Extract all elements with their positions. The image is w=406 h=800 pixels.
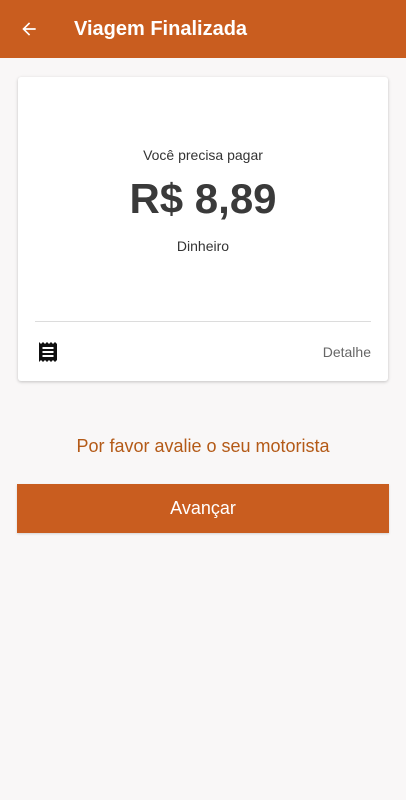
payment-prompt: Você precisa pagar [143, 147, 263, 163]
card-divider [35, 321, 371, 322]
receipt-icon[interactable] [38, 341, 58, 363]
arrow-left-icon [22, 22, 36, 36]
payment-method: Dinheiro [176, 238, 230, 254]
rate-driver-prompt[interactable]: Por favor avalie o seu motorista [0, 436, 406, 457]
detail-link[interactable]: Detalhe [323, 344, 371, 360]
back-button[interactable] [0, 0, 58, 58]
page-title: Viagem Finalizada [74, 17, 248, 40]
payment-card: Você precisa pagar R$ 8,89 Dinheiro Deta… [18, 77, 388, 381]
next-button[interactable]: Avançar [17, 484, 389, 533]
app-bar: Viagem Finalizada [0, 0, 406, 58]
payment-amount: R$ 8,89 [129, 175, 277, 222]
